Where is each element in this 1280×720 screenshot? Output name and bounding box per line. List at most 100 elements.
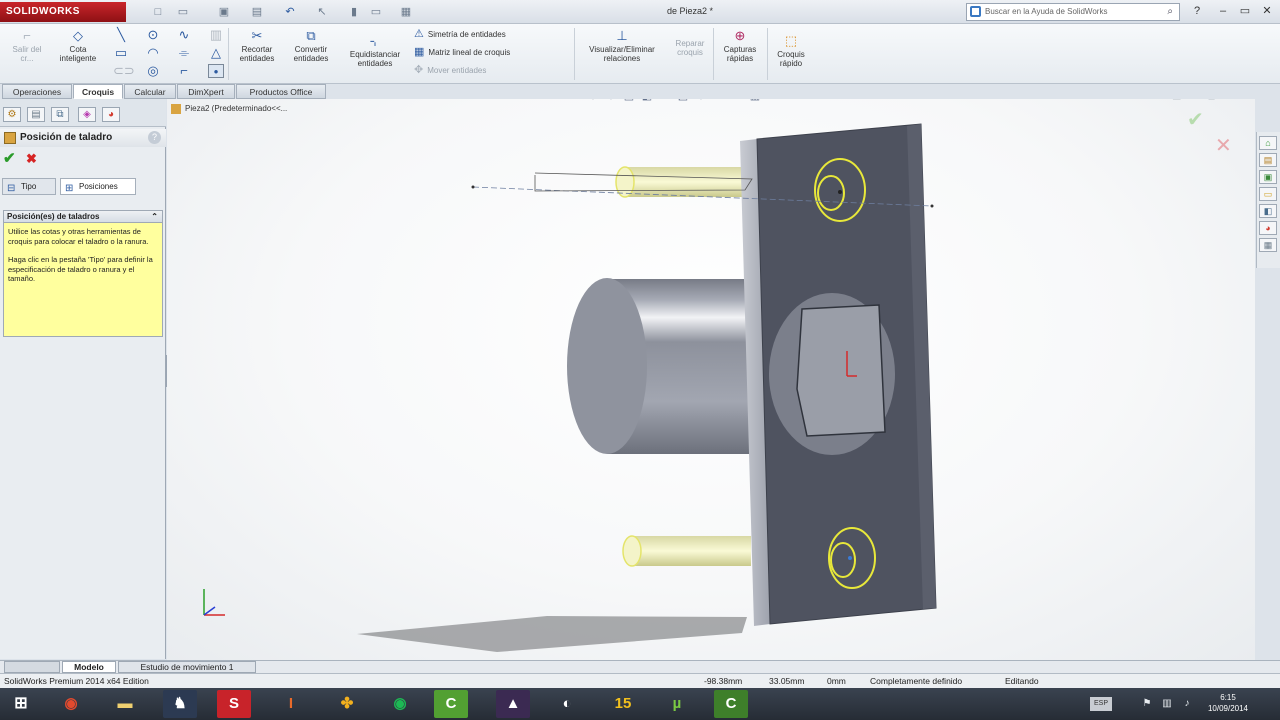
system-clock[interactable]: 6:15 10/09/2014 bbox=[1200, 692, 1256, 714]
fusion-taskbar-icon[interactable]: ✤ bbox=[330, 690, 364, 718]
rapid-sketch-button[interactable]: ⬚ Croquis rápido bbox=[771, 34, 811, 69]
file-explorer-taskbar-icon[interactable]: ▬ bbox=[108, 690, 142, 718]
custom-properties-icon[interactable]: ▦ bbox=[1259, 238, 1277, 252]
solidworks-resources-icon[interactable]: ⌂ bbox=[1259, 136, 1277, 150]
search-icon[interactable]: ⌕ bbox=[1167, 4, 1173, 20]
chamfer-tool-icon[interactable]: ⌐ bbox=[176, 64, 192, 78]
tab-tipo[interactable]: ⊟ Tipo bbox=[2, 178, 56, 195]
spotify-icon[interactable]: ◉ bbox=[383, 690, 417, 718]
point-tool-icon[interactable]: • bbox=[208, 64, 224, 79]
ellipse-tool-icon[interactable]: ◎ bbox=[145, 64, 161, 78]
help-icon[interactable]: ? bbox=[148, 131, 161, 144]
help-icon[interactable]: ? bbox=[1188, 3, 1206, 19]
trim-entities-button[interactable]: ✂ Recortar entidades bbox=[232, 29, 282, 64]
tab-modelo[interactable]: Modelo bbox=[62, 661, 116, 673]
minimize-button[interactable]: – bbox=[1214, 3, 1232, 19]
property-manager-icon[interactable]: ▤ bbox=[27, 107, 45, 122]
line-tool-icon[interactable]: ╲ bbox=[113, 28, 129, 42]
select-icon[interactable]: ↖ bbox=[314, 5, 330, 19]
folder-icon[interactable]: ▭ bbox=[1259, 187, 1277, 201]
plane-tool-icon[interactable]: ▥ bbox=[208, 28, 224, 42]
arc-tool-icon[interactable]: ◠ bbox=[145, 46, 161, 60]
keyboard-tray-icon[interactable]: ESP bbox=[1090, 697, 1112, 711]
volume-tray-icon[interactable]: ♪ bbox=[1180, 697, 1194, 711]
save-icon[interactable]: ▣ bbox=[216, 5, 232, 19]
sketch-face[interactable] bbox=[796, 304, 886, 437]
app-taskbar-icon[interactable]: ♞ bbox=[163, 690, 197, 718]
upper-pin[interactable] bbox=[622, 167, 750, 197]
configuration-manager-icon[interactable]: ⧉ bbox=[51, 107, 69, 122]
cancel-x-icon[interactable]: ✖ bbox=[26, 151, 42, 167]
tab-operaciones[interactable]: Operaciones bbox=[2, 84, 72, 99]
display-relations-button[interactable]: ⊥ Visualizar/Eliminar relaciones bbox=[578, 29, 666, 64]
camtasia-recorder-taskbar-icon[interactable]: C bbox=[714, 690, 748, 718]
file-explorer-icon[interactable]: ▣ bbox=[1259, 170, 1277, 184]
collapse-chevron-icon[interactable]: ⌃ bbox=[151, 211, 158, 222]
tab-scroll-arrows[interactable] bbox=[4, 661, 60, 673]
steam-taskbar-icon[interactable]: ◐ bbox=[550, 690, 584, 718]
tab-productos-office[interactable]: Productos Office bbox=[236, 84, 326, 99]
game-taskbar-icon[interactable]: 15 bbox=[606, 690, 640, 718]
inventor-taskbar-icon[interactable]: I bbox=[274, 690, 308, 718]
undo-icon[interactable]: ↶ bbox=[282, 5, 298, 19]
repair-sketch-button[interactable]: Reparar croquis bbox=[670, 39, 710, 57]
slot-tool-icon[interactable]: ⊂⊃ bbox=[113, 64, 135, 78]
windows-start-icon[interactable]: ⊞ bbox=[4, 690, 38, 718]
sketch-fillet-icon[interactable]: ⌯ bbox=[176, 46, 192, 60]
chrome-icon[interactable]: ◉ bbox=[54, 690, 88, 718]
design-library-icon[interactable]: ▤ bbox=[1259, 153, 1277, 167]
lower-hole-center-point[interactable] bbox=[848, 556, 852, 560]
tab-posiciones[interactable]: ⊞ Posiciones bbox=[60, 178, 136, 195]
move-entities-button[interactable]: ✥ Mover entidades bbox=[414, 65, 486, 76]
circle-tool-icon[interactable]: ⊙ bbox=[145, 28, 161, 42]
appearances-icon[interactable]: ◕ bbox=[1259, 221, 1277, 235]
solidworks-taskbar-icon[interactable]: S bbox=[217, 690, 251, 718]
linear-pattern-label: Matriz lineal de croquis bbox=[428, 48, 511, 57]
upper-pin-end[interactable] bbox=[615, 166, 635, 198]
exit-sketch-button[interactable]: ⌐ Salir del cr... bbox=[6, 29, 48, 64]
help-search-input[interactable]: Buscar en la Ayuda de SolidWorks ⌕ bbox=[966, 3, 1180, 21]
polygon-tool-icon[interactable]: △ bbox=[208, 46, 224, 60]
media-app-taskbar-icon[interactable]: ▲ bbox=[496, 690, 530, 718]
lower-pin-end[interactable] bbox=[622, 535, 642, 567]
options-icon[interactable]: ▦ bbox=[398, 5, 414, 19]
part-3d-model[interactable] bbox=[167, 99, 1255, 660]
tab-dimxpert[interactable]: DimXpert bbox=[177, 84, 235, 99]
convert-entities-button[interactable]: ⧉ Convertir entidades bbox=[286, 29, 336, 64]
ok-checkmark-icon[interactable]: ✔ bbox=[3, 151, 19, 167]
sketch-point[interactable] bbox=[471, 185, 475, 189]
solidworks-logo[interactable]: SOLIDWORKS bbox=[0, 2, 126, 22]
cylinder-end-face[interactable] bbox=[567, 278, 647, 454]
rebuild-icon[interactable]: ▮ bbox=[346, 5, 362, 19]
linear-pattern-button[interactable]: ▦ Matriz lineal de croquis bbox=[414, 47, 510, 58]
dimxpert-manager-icon[interactable]: ◈ bbox=[78, 107, 96, 122]
quick-snaps-button[interactable]: ⊕ Capturas rápidas bbox=[717, 29, 763, 64]
feature-manager-icon[interactable]: ⚙ bbox=[3, 107, 21, 122]
close-button[interactable]: ✕ bbox=[1258, 3, 1276, 19]
tab-motion-study[interactable]: Estudio de movimiento 1 bbox=[118, 661, 256, 673]
print-icon[interactable]: ▤ bbox=[249, 5, 265, 19]
sketch-point[interactable] bbox=[930, 204, 934, 208]
mirror-entities-button[interactable]: ⚠ Simetría de entidades bbox=[414, 29, 506, 40]
ribbon-separator bbox=[574, 28, 575, 80]
lower-pin[interactable] bbox=[629, 536, 751, 566]
rectangle-tool-icon[interactable]: ▭ bbox=[113, 46, 129, 60]
smart-dimension-button[interactable]: ◇ Cota inteligente bbox=[52, 29, 104, 64]
graphics-viewport[interactable]: Pieza2 (Predeterminado<<... ⊕⊖▣◧⧈◩⊛◓▲▥ ▣… bbox=[167, 99, 1255, 660]
offset-entities-button[interactable]: ⌍ Equidistanciar entidades bbox=[342, 34, 408, 69]
file-properties-icon[interactable]: ▭ bbox=[368, 5, 384, 19]
spline-tool-icon[interactable]: ∿ bbox=[176, 28, 192, 42]
tab-croquis[interactable]: Croquis bbox=[73, 84, 123, 99]
upper-hole-center-point[interactable] bbox=[838, 190, 842, 194]
new-file-icon[interactable]: □ bbox=[150, 5, 166, 19]
open-file-icon[interactable]: ▭ bbox=[175, 5, 191, 19]
camtasia-taskbar-icon[interactable]: C bbox=[434, 690, 468, 718]
display-manager-icon[interactable]: ◕ bbox=[102, 107, 120, 122]
network-tray-icon[interactable]: ▥ bbox=[1160, 697, 1174, 711]
hole-positions-group-header[interactable]: Posición(es) de taladros ⌃ bbox=[3, 210, 163, 223]
restore-button[interactable]: ▭ bbox=[1236, 3, 1254, 19]
flag-tray-icon[interactable]: ⚑ bbox=[1140, 697, 1154, 711]
utorrent-taskbar-icon[interactable]: µ bbox=[660, 690, 694, 718]
tab-calcular[interactable]: Calcular bbox=[124, 84, 176, 99]
view-palette-icon[interactable]: ◧ bbox=[1259, 204, 1277, 218]
